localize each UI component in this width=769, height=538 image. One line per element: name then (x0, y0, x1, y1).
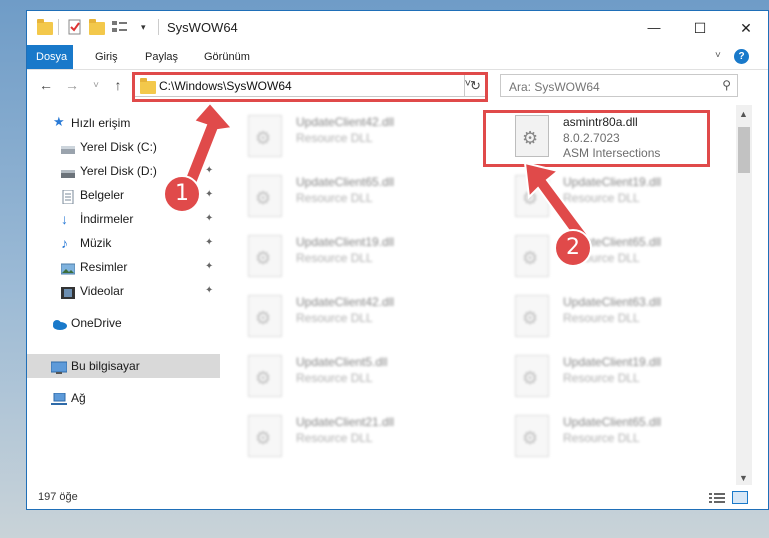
arrow-1 (182, 101, 234, 188)
callout-1: 1 (163, 175, 201, 213)
callout-2: 2 (554, 229, 592, 267)
arrow-overlay (182, 101, 590, 245)
